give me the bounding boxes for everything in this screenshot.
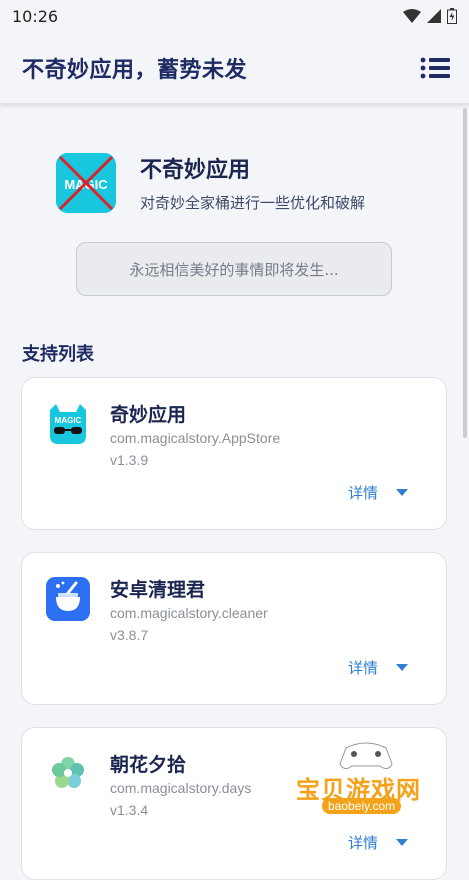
- hero-section: MAGIC 不奇妙应用 对奇妙全家桶进行一些优化和破解: [56, 152, 365, 213]
- hero-subtitle: 对奇妙全家桶进行一些优化和破解: [140, 194, 366, 212]
- app-bar: 不奇妙应用，蓄势未发: [0, 32, 469, 104]
- detail-button[interactable]: 详情: [348, 482, 408, 503]
- app-card: MAGIC 奇妙应用 com.magicalstory.AppStore v1.…: [21, 377, 447, 530]
- chevron-down-icon: [396, 839, 408, 846]
- battery-icon: [447, 8, 457, 24]
- app-version: v1.3.9: [110, 452, 149, 468]
- detail-label: 详情: [347, 834, 378, 852]
- app-name: 安卓清理君: [110, 579, 206, 601]
- detail-label: 详情: [347, 659, 378, 677]
- detail-label: 详情: [347, 484, 378, 502]
- app-package: com.magicalstory.cleaner: [110, 605, 268, 621]
- status-bar: 10:26: [0, 0, 469, 32]
- motto-box: 永远相信美好的事情即将发生...: [76, 242, 392, 296]
- list-menu-icon: [420, 57, 450, 78]
- detail-button[interactable]: 详情: [348, 657, 408, 678]
- magic-mascot-icon: MAGIC: [46, 402, 90, 446]
- gamepad-icon: [339, 742, 393, 770]
- signal-icon: [427, 9, 441, 23]
- wifi-icon: [403, 9, 421, 23]
- app-name: 朝花夕拾: [110, 754, 187, 776]
- chevron-down-icon: [396, 489, 408, 496]
- menu-button[interactable]: [417, 50, 453, 86]
- app-name: 奇妙应用: [110, 404, 187, 426]
- app-version: v1.3.4: [110, 802, 149, 818]
- app-logo: MAGIC: [56, 152, 116, 213]
- section-title: 支持列表: [22, 344, 94, 365]
- broom-cleaner-icon: [46, 577, 90, 621]
- app-card: 安卓清理君 com.magicalstory.cleaner v3.8.7 详情: [21, 552, 447, 705]
- watermark: 宝贝游戏网 baobeiy.com: [290, 738, 440, 834]
- flower-icon: [46, 752, 90, 796]
- hero-title: 不奇妙应用: [140, 158, 251, 183]
- status-time: 10:26: [12, 6, 59, 26]
- mascot-text: MAGIC: [55, 416, 82, 425]
- chevron-down-icon: [396, 664, 408, 671]
- app-package: com.magicalstory.AppStore: [110, 430, 281, 446]
- detail-button[interactable]: 详情: [348, 832, 408, 853]
- watermark-url: baobeiy.com: [322, 798, 402, 814]
- scrollbar[interactable]: [463, 108, 467, 438]
- app-title: 不奇妙应用，蓄势未发: [22, 57, 248, 83]
- app-version: v3.8.7: [110, 627, 149, 643]
- crossed-logo-icon: MAGIC: [56, 152, 116, 213]
- status-icons: [403, 8, 457, 24]
- app-package: com.magicalstory.days: [110, 780, 252, 796]
